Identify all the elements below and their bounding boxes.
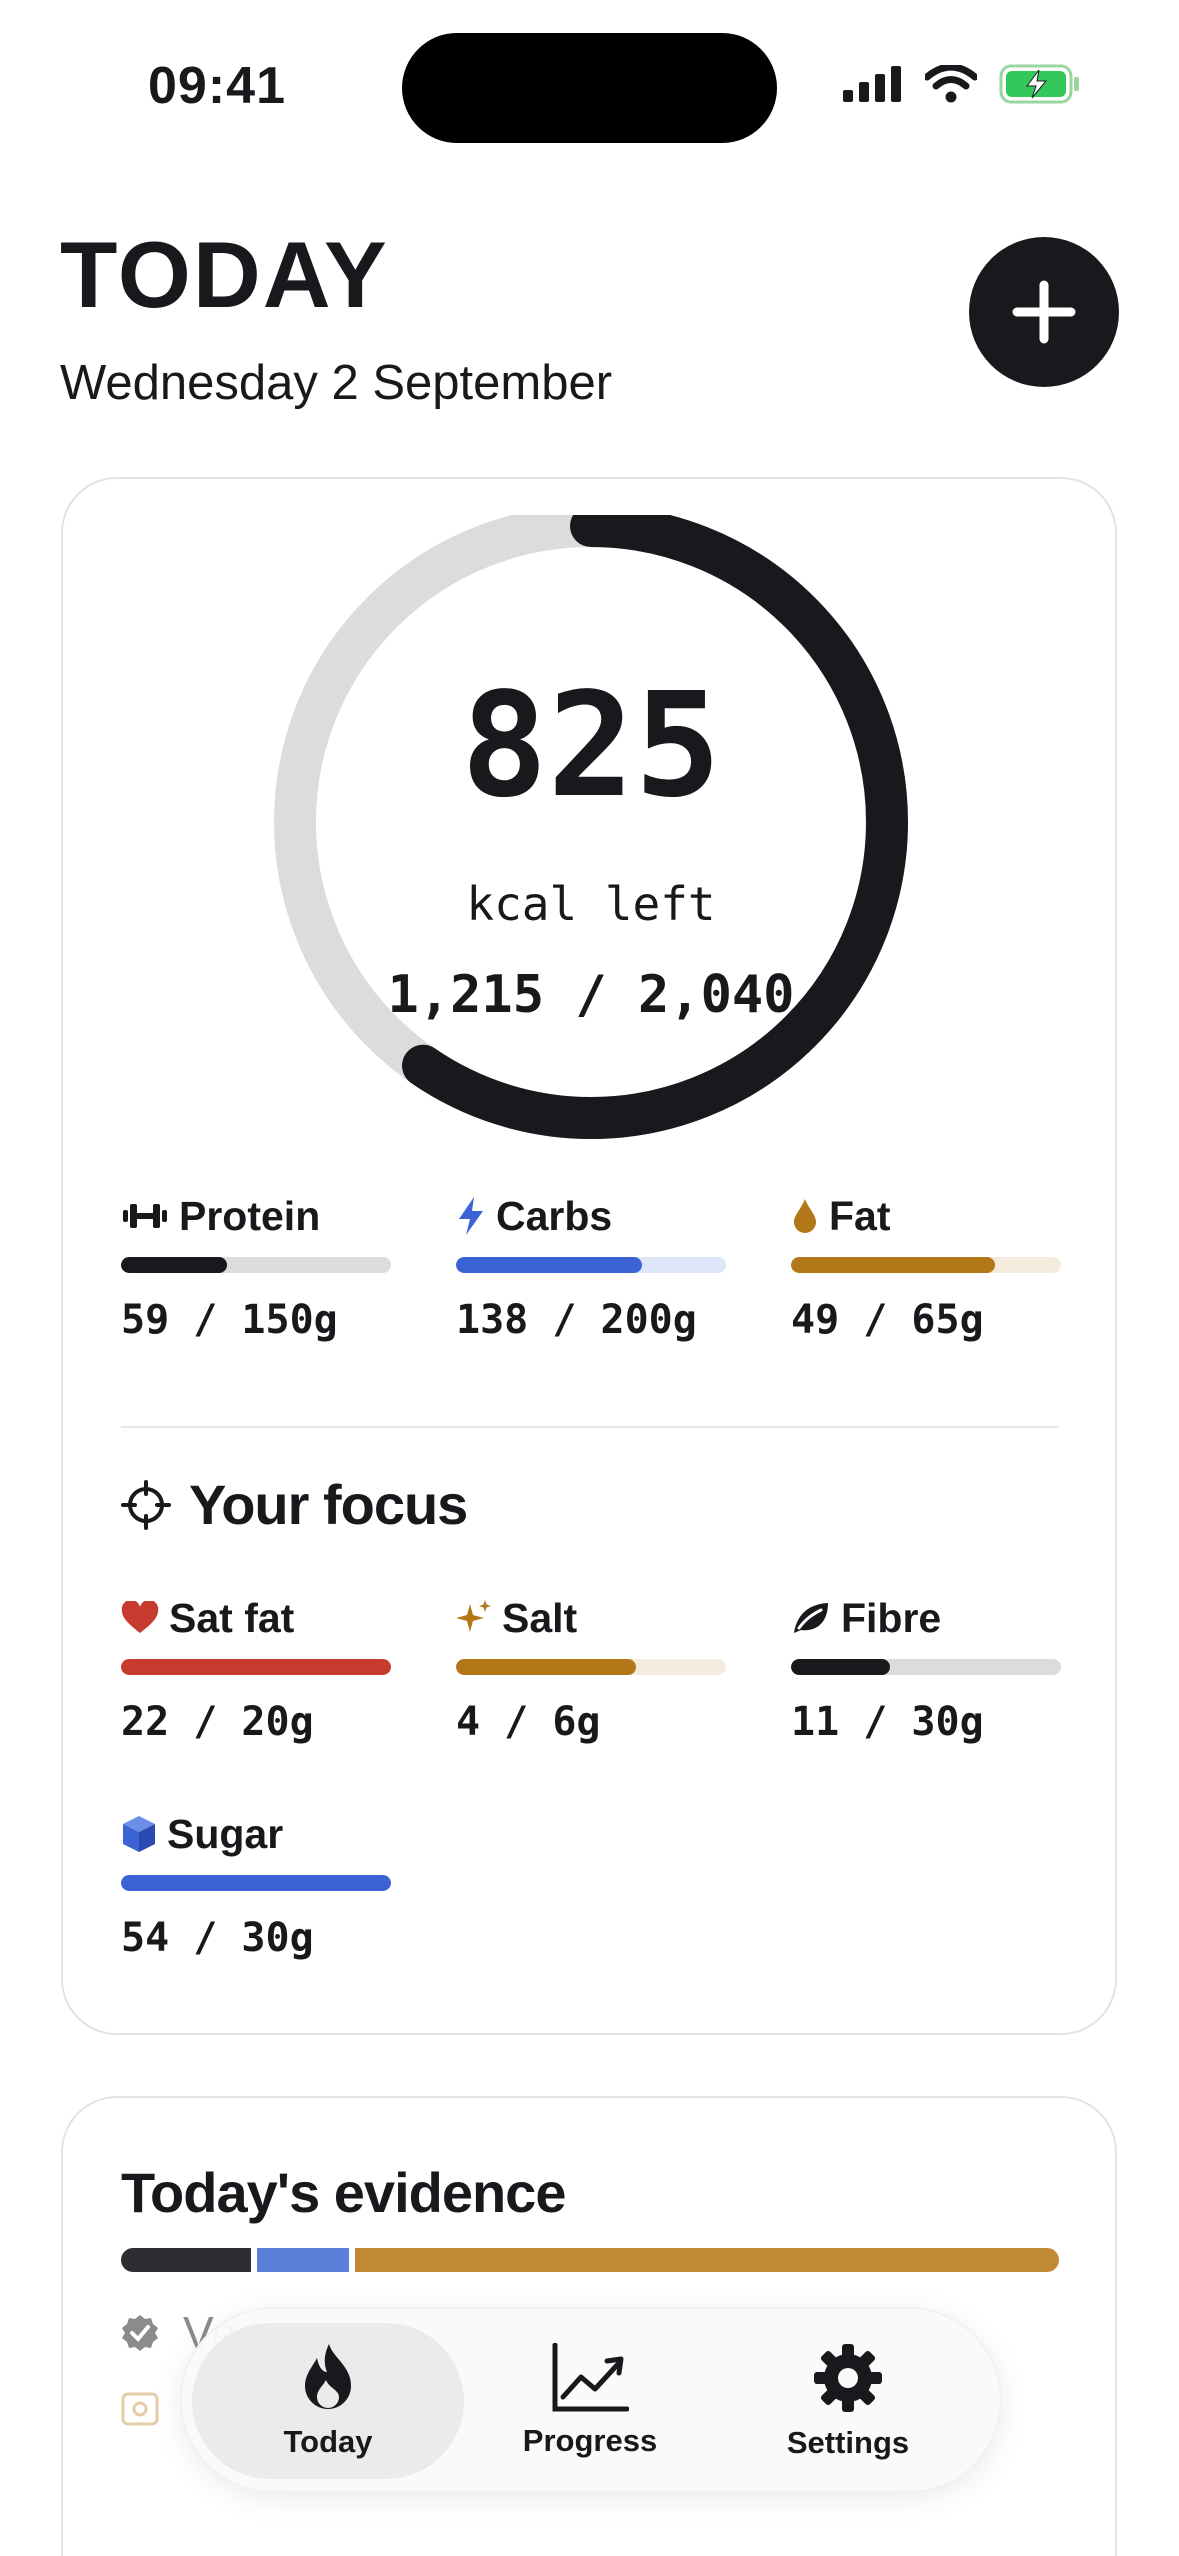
tab-label: Today bbox=[283, 2424, 373, 2459]
scale-icon bbox=[121, 2392, 159, 2426]
progress-track bbox=[791, 1659, 1061, 1675]
tab-settings[interactable]: Settings bbox=[712, 2323, 984, 2479]
focus-sugar[interactable]: Sugar 54 / 30g bbox=[121, 1807, 391, 1961]
verified-badge-icon bbox=[122, 2315, 158, 2351]
focus-sat-fat[interactable]: Sat fat 22 / 20g bbox=[121, 1591, 391, 1745]
focus-title: Your focus bbox=[189, 1473, 468, 1536]
macro-value: 59 / 150g bbox=[121, 1297, 338, 1343]
heart-icon bbox=[121, 1601, 159, 1633]
page-date: Wednesday 2 September bbox=[60, 356, 613, 410]
progress-track bbox=[456, 1257, 726, 1273]
battery-charging-icon bbox=[999, 64, 1079, 104]
crosshair-icon bbox=[121, 1479, 171, 1530]
plus-icon bbox=[1012, 280, 1076, 344]
focus-header: Your focus bbox=[121, 1472, 468, 1537]
evidence-row[interactable] bbox=[121, 2392, 159, 2426]
kcal-consumed-ratio: 1,215 / 2,040 bbox=[387, 965, 795, 1025]
sparkle-icon bbox=[456, 1600, 491, 1632]
progress-fill bbox=[121, 1659, 391, 1675]
dumbbell-icon bbox=[123, 1204, 167, 1228]
focus-value: 54 / 30g bbox=[121, 1915, 314, 1961]
progress-track bbox=[456, 1659, 726, 1675]
focus-salt[interactable]: Salt 4 / 6g bbox=[456, 1591, 726, 1745]
macro-protein[interactable]: Protein 59 / 150g bbox=[121, 1189, 391, 1343]
progress-fill bbox=[791, 1257, 995, 1273]
status-icons bbox=[843, 64, 1081, 104]
kcal-left-label: kcal left bbox=[466, 877, 716, 931]
chart-icon bbox=[552, 2343, 629, 2412]
kcal-left-value: 825 bbox=[460, 661, 722, 829]
tab-progress[interactable]: Progress bbox=[454, 2323, 726, 2479]
macro-label: Protein bbox=[179, 1192, 321, 1239]
progress-fill bbox=[456, 1659, 637, 1675]
cube-icon bbox=[123, 1816, 155, 1852]
drop-icon bbox=[794, 1199, 816, 1233]
tab-bar: Today Progress Settings bbox=[180, 2307, 1002, 2493]
wifi-icon bbox=[925, 65, 977, 103]
calorie-ring bbox=[274, 515, 908, 1139]
bolt-icon bbox=[459, 1197, 483, 1235]
leaf-icon bbox=[794, 1603, 828, 1633]
evidence-segment bbox=[121, 2248, 251, 2272]
daily-summary-card: 825 kcal left 1,215 / 2,040 Protein 59 /… bbox=[61, 477, 1117, 2035]
progress-fill bbox=[121, 1875, 391, 1891]
dynamic-island bbox=[402, 33, 777, 143]
evidence-segment bbox=[355, 2248, 1059, 2272]
progress-track bbox=[121, 1659, 391, 1675]
tab-label: Progress bbox=[522, 2423, 658, 2458]
macro-label: Fat bbox=[829, 1192, 891, 1239]
focus-value: 4 / 6g bbox=[456, 1699, 601, 1745]
evidence-distribution-bar bbox=[121, 2248, 1059, 2272]
progress-track bbox=[791, 1257, 1061, 1273]
macro-value: 138 / 200g bbox=[456, 1297, 697, 1343]
focus-label: Sat fat bbox=[169, 1594, 295, 1641]
focus-value: 22 / 20g bbox=[121, 1699, 314, 1745]
status-time: 09:41 bbox=[148, 57, 286, 115]
macro-carbs[interactable]: Carbs 138 / 200g bbox=[456, 1189, 726, 1343]
progress-fill bbox=[791, 1659, 891, 1675]
cellular-signal-icon bbox=[843, 66, 901, 102]
tab-today[interactable]: Today bbox=[192, 2323, 464, 2479]
focus-label: Salt bbox=[502, 1594, 578, 1641]
progress-track bbox=[121, 1875, 391, 1891]
progress-fill bbox=[121, 1257, 228, 1273]
add-entry-button[interactable] bbox=[969, 237, 1119, 387]
section-divider bbox=[121, 1426, 1059, 1428]
macro-label: Carbs bbox=[496, 1192, 613, 1239]
tab-label: Settings bbox=[786, 2425, 910, 2460]
evidence-segment bbox=[256, 2248, 350, 2272]
progress-track bbox=[121, 1257, 391, 1273]
focus-label: Sugar bbox=[167, 1810, 284, 1857]
focus-fibre[interactable]: Fibre 11 / 30g bbox=[791, 1591, 1061, 1745]
macro-fat[interactable]: Fat 49 / 65g bbox=[791, 1189, 1061, 1343]
page-title: TODAY bbox=[60, 222, 389, 327]
flame-icon bbox=[305, 2344, 351, 2409]
gear-icon bbox=[814, 2344, 882, 2412]
progress-fill bbox=[456, 1257, 643, 1273]
macro-value: 49 / 65g bbox=[791, 1297, 984, 1343]
evidence-title: Today's evidence bbox=[121, 2161, 566, 2224]
focus-value: 11 / 30g bbox=[791, 1699, 984, 1745]
focus-label: Fibre bbox=[841, 1594, 942, 1641]
